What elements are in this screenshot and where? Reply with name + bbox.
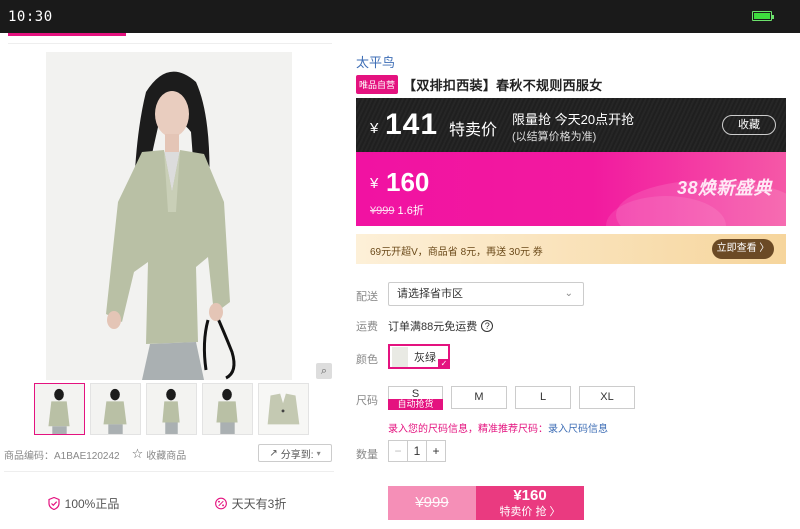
quantity-label: 数量 (356, 449, 378, 461)
divider (8, 43, 332, 44)
flash-price-label: 特卖价 (449, 122, 498, 139)
divider (4, 471, 334, 472)
share-dropdown[interactable]: ↗ 分享到: ▾ (258, 444, 332, 462)
guarantee-authentic: 100%正品 (0, 495, 167, 512)
color-swatch (392, 346, 408, 367)
guarantee-discount: 天天有3折 (167, 495, 334, 512)
product-code: 商品编码：A1BAE120242 (4, 450, 120, 462)
color-option-selected[interactable]: 灰绿 ✓ (388, 344, 450, 369)
settlement-note: (以结算价格为准) (512, 131, 597, 143)
discount-icon (214, 497, 227, 510)
region-select[interactable]: 请选择省市区 ⌄ (388, 282, 584, 306)
original-price: ¥999 (370, 205, 395, 217)
size-hint: 录入您的尺码信息，精准推荐尺码：录入尺码信息 (388, 420, 608, 435)
color-name: 灰绿 (414, 351, 436, 364)
original-price-row: ¥999 1.6折 (370, 202, 424, 218)
clock: 10:30 (8, 9, 53, 25)
size-option-l[interactable]: L (515, 386, 571, 409)
price-box: ¥ 160 ¥999 1.6折 38焕新盛典 (356, 152, 786, 226)
original-price: ¥999 (415, 494, 449, 511)
flash-price: 141 (385, 108, 439, 141)
favorite-label: 收藏商品 (146, 450, 187, 462)
freight-info: 订单满88元免运费 ? (388, 318, 494, 334)
brand-link[interactable]: 太平鸟 (356, 52, 395, 71)
guarantee-label: 100%正品 (64, 497, 120, 511)
region-placeholder: 请选择省市区 (397, 288, 463, 300)
guarantee-list: 100%正品 天天有3折 (0, 495, 334, 512)
shield-icon (48, 497, 60, 510)
checkmark-icon: ✓ (438, 359, 450, 369)
guarantee-label: 天天有3折 (231, 497, 287, 511)
thumbnail[interactable] (34, 383, 85, 435)
flash-sale-banner: ¥ 141 特卖价 限量抢 今天20点开抢 (以结算价格为准) 收藏 (356, 98, 786, 152)
thumbnail-strip (34, 383, 309, 435)
shipping-label: 配送 (356, 291, 378, 303)
thumbnail[interactable] (258, 383, 309, 435)
product-title: 【双排扣西装】春秋不规则西服女 (403, 78, 603, 93)
thumbnail[interactable] (202, 383, 253, 435)
vip-promo-text: 69元开超V，商品省 8元，再送 30元 券 (370, 247, 543, 258)
battery-icon (752, 11, 774, 21)
discount-rate: 1.6折 (397, 205, 424, 217)
star-icon: ☆ (131, 446, 144, 461)
currency-symbol: ¥ (370, 120, 379, 137)
size-info-link[interactable]: 录入尺码信息 (548, 424, 608, 435)
zoom-icon[interactable]: ⌕ (316, 363, 332, 379)
view-now-button[interactable]: 立即查看 〉 (712, 239, 774, 259)
quantity-value[interactable]: 1 (408, 441, 426, 461)
collect-button[interactable]: 收藏 (722, 115, 776, 135)
buy-label: 特卖价 抢 〉 (499, 506, 561, 518)
limit-text: 限量抢 今天20点开抢 (512, 112, 635, 127)
size-label: 尺码 (356, 395, 378, 407)
quantity-stepper: − 1 + (388, 440, 446, 462)
favorite-button[interactable]: ☆ 收藏商品 (132, 446, 187, 462)
chevron-down-icon: ▾ (316, 448, 321, 458)
current-price: 160 (386, 167, 430, 197)
increase-button[interactable]: + (426, 441, 445, 461)
chevron-down-icon: ⌄ (564, 288, 573, 299)
status-bar: 10:30 (0, 0, 800, 33)
size-option-s[interactable]: S 自动抢货 (388, 386, 443, 410)
self-operated-badge: 唯品自营 (356, 75, 399, 94)
product-main-image[interactable] (46, 52, 292, 380)
active-tab-indicator (8, 33, 126, 36)
title-row: 唯品自营 【双排扣西装】春秋不规则西服女 (356, 75, 603, 94)
vip-promo-bar: 69元开超V，商品省 8元，再送 30元 券 立即查看 〉 (356, 234, 786, 264)
share-icon: ↗ (269, 447, 278, 459)
thumbnail[interactable] (146, 383, 197, 435)
decrease-button[interactable]: − (389, 441, 408, 461)
share-label: 分享到: (280, 449, 314, 461)
festival-label: 38焕新盛典 (676, 178, 772, 198)
freight-label: 运费 (356, 321, 378, 333)
auto-grab-tag: 自动抢货 (388, 399, 443, 410)
buy-button[interactable]: ¥160 特卖价 抢 〉 (476, 486, 584, 520)
currency-symbol: ¥ (370, 175, 379, 192)
battery-level (754, 13, 770, 19)
size-option-xl[interactable]: XL (579, 386, 635, 409)
thumbnail[interactable] (90, 383, 141, 435)
color-label: 颜色 (356, 354, 378, 366)
help-icon[interactable]: ? (481, 320, 494, 332)
buy-price: ¥160 (513, 487, 547, 504)
freight-text: 订单满88元免运费 (388, 321, 478, 333)
size-hint-text: 录入您的尺码信息，精准推荐尺码： (388, 424, 548, 435)
size-option-m[interactable]: M (451, 386, 507, 409)
original-price-button[interactable]: ¥999 (388, 486, 476, 520)
